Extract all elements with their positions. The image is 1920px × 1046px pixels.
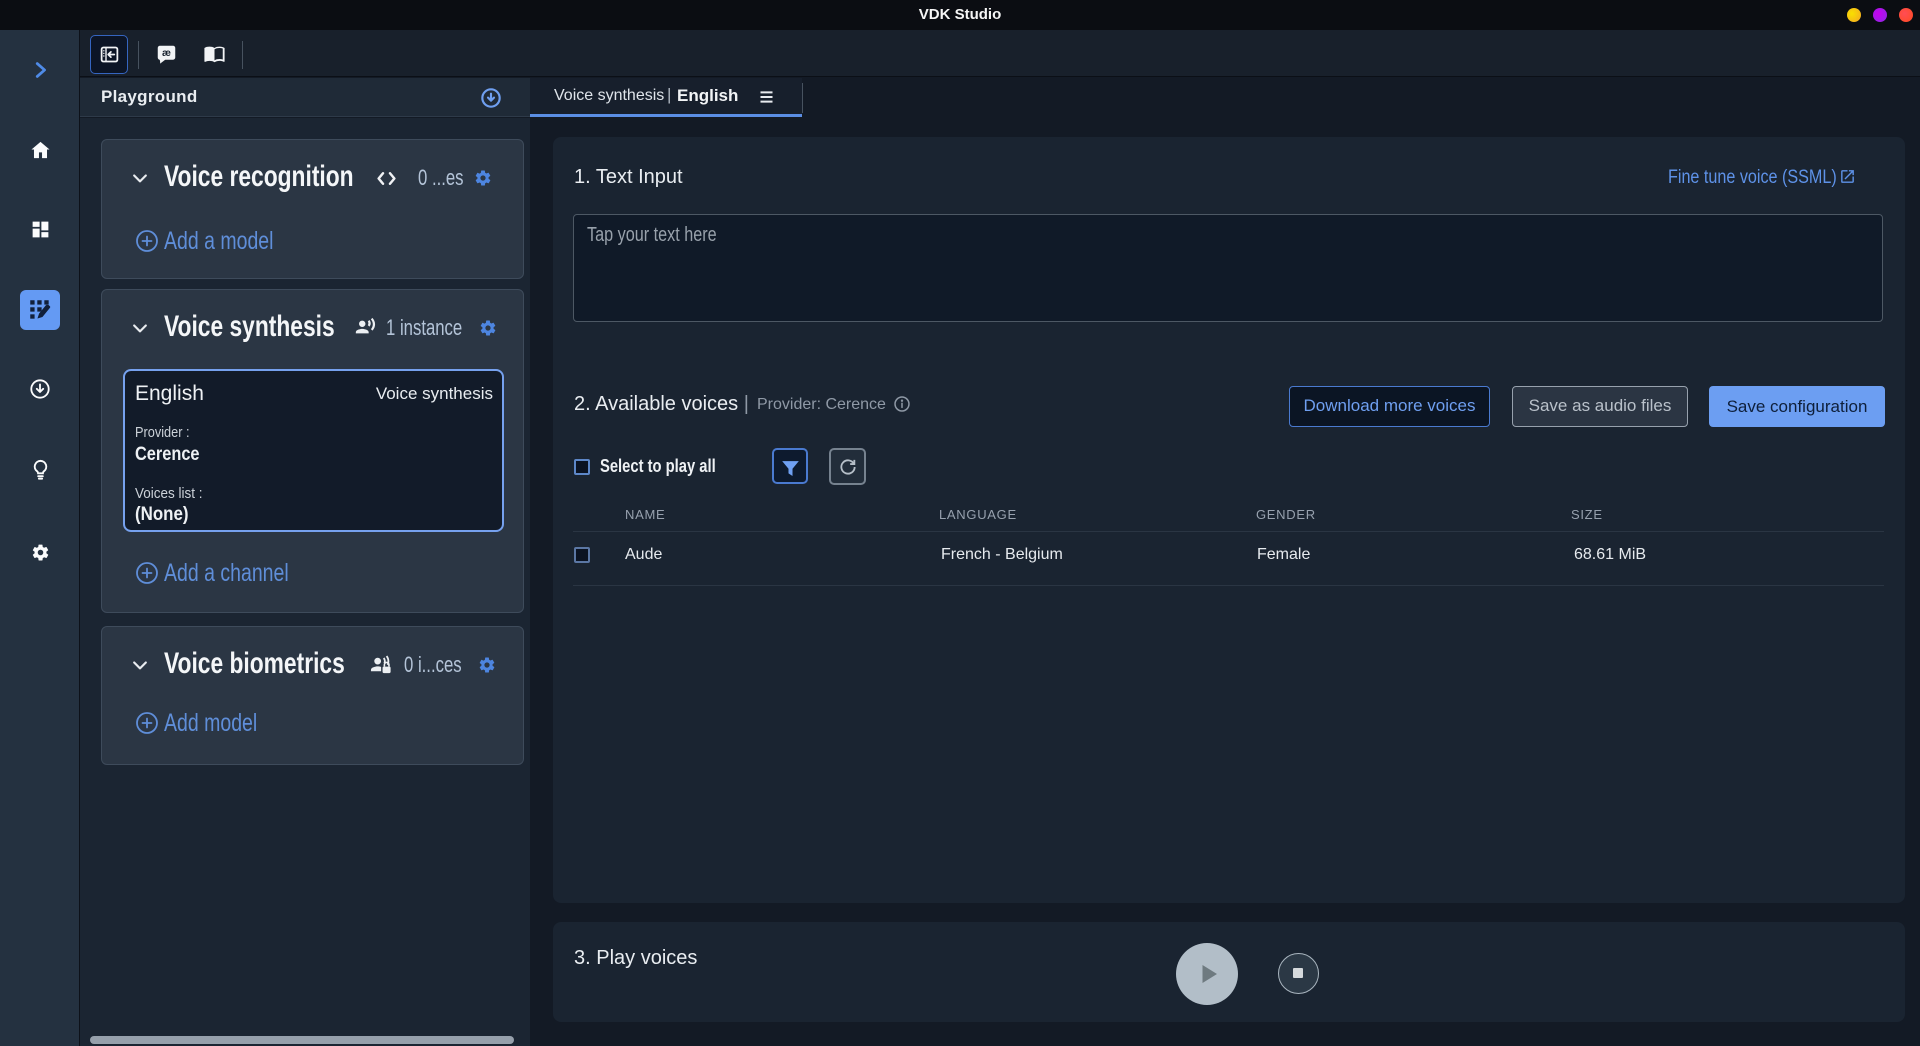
svg-text:æ: æ <box>162 48 171 59</box>
